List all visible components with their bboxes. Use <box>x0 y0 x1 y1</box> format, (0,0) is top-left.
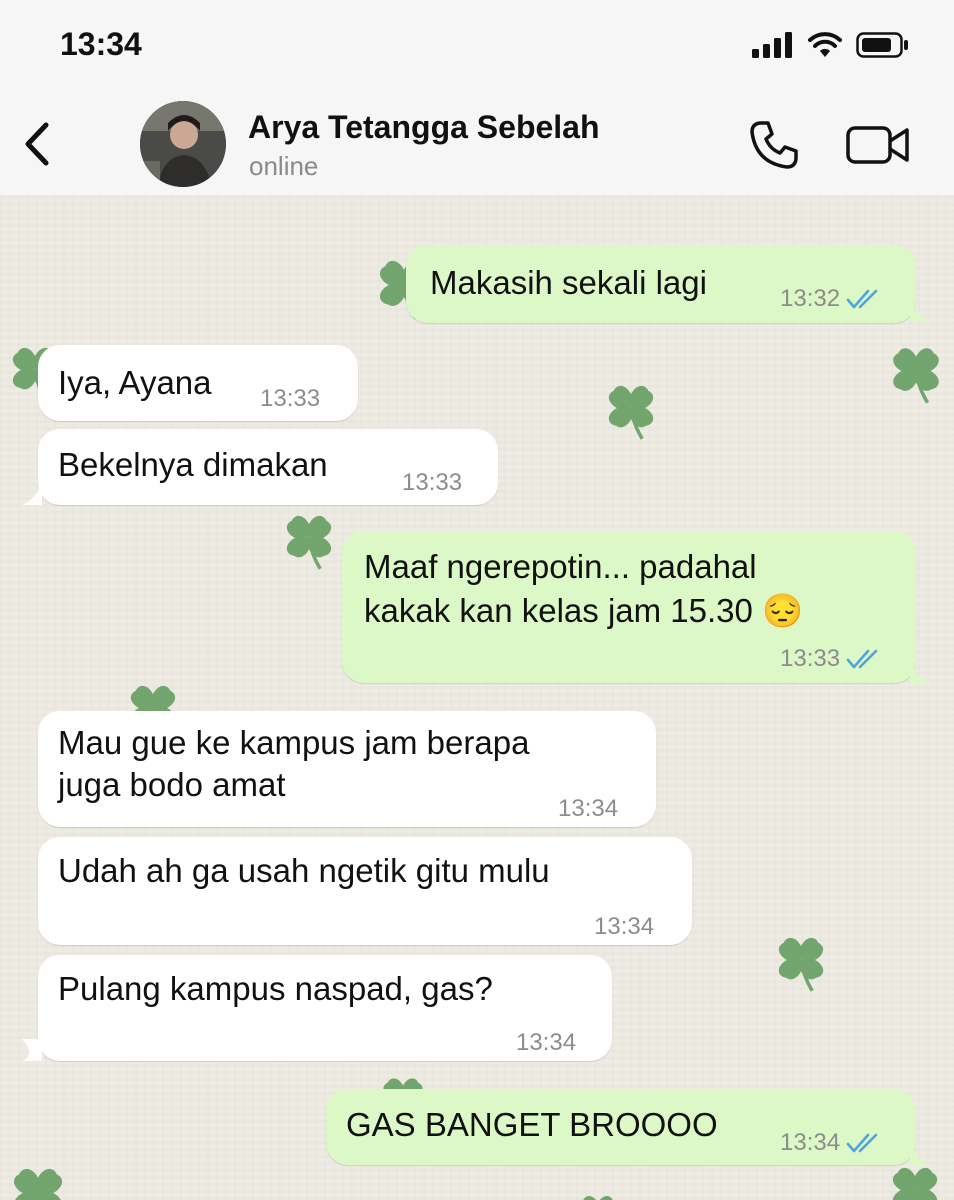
message-time: 13:33 <box>260 385 321 412</box>
message-time: 13:34 <box>558 795 619 822</box>
message-time: 13:34 <box>594 913 655 940</box>
message-bubble-incoming[interactable]: Udah ah ga usah ngetik gitu mulu 13:34 <box>38 837 692 945</box>
message-time: 13:33 <box>780 645 841 672</box>
chevron-left-icon[interactable] <box>18 119 58 169</box>
message-text: Udah ah ga usah ngetik gitu mulu <box>58 852 550 889</box>
video-camera-icon[interactable] <box>846 125 910 165</box>
message-time: 13:32 <box>780 285 841 312</box>
clover-icon <box>608 385 654 440</box>
battery-icon <box>856 32 908 58</box>
bubble-tail <box>910 1143 930 1165</box>
contact-status: online <box>249 151 319 181</box>
message-bubble-incoming[interactable]: Iya, Ayana 13:33 <box>38 345 358 421</box>
message-text: Pulang kampus naspad, gas? <box>58 970 493 1007</box>
wifi-icon <box>808 32 842 57</box>
message-text: Iya, Ayana <box>58 364 212 401</box>
message-meta: 13:34 <box>780 1121 882 1165</box>
chat-header: Arya Tetangga Sebelah online <box>0 95 954 195</box>
double-check-icon <box>846 289 878 309</box>
message-meta: 13:33 <box>402 461 462 505</box>
status-time: 13:34 <box>60 26 142 62</box>
avatar[interactable] <box>140 101 226 187</box>
message-bubble-outgoing[interactable]: GAS BANGET BROOOO 13:34 <box>326 1089 916 1165</box>
signal-icon <box>752 32 792 58</box>
message-text: Bekelnya dimakan <box>58 446 328 483</box>
status-bar: 13:34 <box>0 0 954 95</box>
message-bubble-incoming[interactable]: Pulang kampus naspad, gas? 13:34 <box>38 955 612 1061</box>
chat-messages[interactable]: Makasih sekali lagi 13:32 Iya, Ayana 13:… <box>0 195 954 1200</box>
double-check-icon <box>846 649 878 669</box>
clover-icon <box>778 937 824 992</box>
message-text: Maaf ngerepotin... padahal <box>364 548 757 585</box>
message-time: 13:33 <box>402 469 463 496</box>
message-bubble-incoming[interactable]: Mau gue ke kampus jam berapa juga bodo a… <box>38 711 656 827</box>
contact-name[interactable]: Arya Tetangga Sebelah <box>248 109 600 146</box>
message-time: 13:34 <box>780 1129 841 1156</box>
clover-icon <box>893 348 939 404</box>
message-meta: 13:33 <box>780 637 882 681</box>
message-meta: 13:34 <box>594 905 654 949</box>
message-text: kakak kan kelas jam 15.30 😔 <box>364 592 804 629</box>
clover-icon <box>13 1168 63 1200</box>
status-icons <box>752 32 910 58</box>
message-bubble-incoming[interactable]: Bekelnya dimakan 13:33 <box>38 429 498 505</box>
bubble-tail <box>22 483 42 505</box>
double-check-icon <box>846 1133 878 1153</box>
message-text: juga bodo amat <box>58 766 286 803</box>
message-bubble-outgoing[interactable]: Makasih sekali lagi 13:32 <box>406 245 916 323</box>
bubble-tail <box>910 661 930 683</box>
message-text: GAS BANGET BROOOO <box>346 1106 718 1143</box>
message-time: 13:34 <box>516 1029 577 1056</box>
bubble-tail <box>910 299 930 321</box>
message-meta: 13:32 <box>780 277 882 321</box>
clover-icon <box>583 1196 613 1200</box>
phone-icon[interactable] <box>748 119 800 171</box>
clover-icon <box>286 515 332 570</box>
bubble-tail <box>22 1039 42 1061</box>
message-meta: 13:34 <box>516 1021 576 1065</box>
message-text: Mau gue ke kampus jam berapa <box>58 724 530 761</box>
message-meta: 13:33 <box>260 377 320 421</box>
message-bubble-outgoing[interactable]: Maaf ngerepotin... padahal kakak kan kel… <box>342 531 916 683</box>
message-meta: 13:34 <box>558 787 618 831</box>
message-text: Makasih sekali lagi <box>430 264 707 301</box>
